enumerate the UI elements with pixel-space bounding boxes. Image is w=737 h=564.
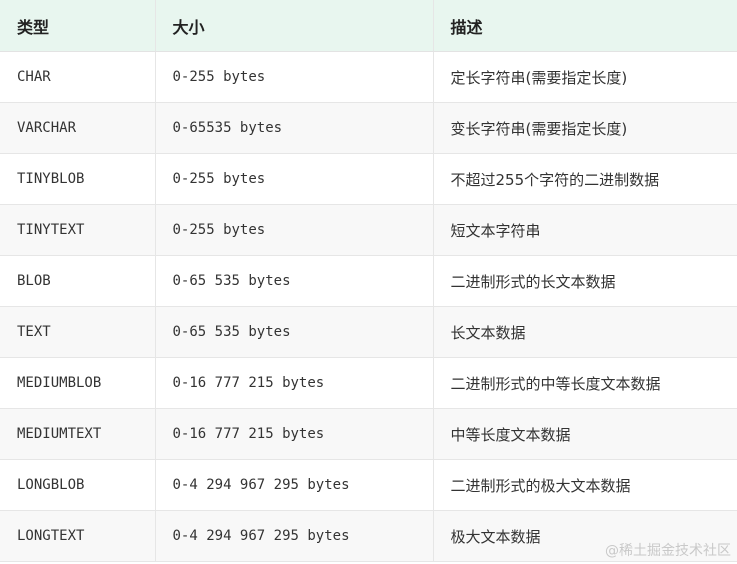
size-cell: 0-16 777 215 bytes <box>155 408 434 460</box>
size-cell: 0-65 535 bytes <box>155 306 434 358</box>
type-cell: MEDIUMBLOB <box>0 357 156 409</box>
header-type: 类型 <box>0 0 156 52</box>
table-row: MEDIUMTEXT 0-16 777 215 bytes 中等长度文本数据 <box>0 408 737 460</box>
type-cell: BLOB <box>0 255 156 307</box>
type-cell: TEXT <box>0 306 156 358</box>
table-row: TEXT 0-65 535 bytes 长文本数据 <box>0 306 737 358</box>
description-cell: 二进制形式的极大文本数据 <box>433 459 737 511</box>
description-cell: 短文本字符串 <box>433 204 737 256</box>
size-cell: 0-255 bytes <box>155 204 434 256</box>
description-cell: 长文本数据 <box>433 306 737 358</box>
size-cell: 0-4 294 967 295 bytes <box>155 510 434 562</box>
description-cell: 定长字符串(需要指定长度) <box>433 51 737 103</box>
header-description: 描述 <box>433 0 737 52</box>
size-cell: 0-65535 bytes <box>155 102 434 154</box>
table-row: TINYBLOB 0-255 bytes 不超过255个字符的二进制数据 <box>0 153 737 205</box>
type-cell: LONGTEXT <box>0 510 156 562</box>
description-cell: 二进制形式的长文本数据 <box>433 255 737 307</box>
type-cell: LONGBLOB <box>0 459 156 511</box>
size-cell: 0-255 bytes <box>155 51 434 103</box>
description-cell: 变长字符串(需要指定长度) <box>433 102 737 154</box>
type-cell: MEDIUMTEXT <box>0 408 156 460</box>
size-cell: 0-255 bytes <box>155 153 434 205</box>
type-cell: TINYTEXT <box>0 204 156 256</box>
description-cell: 二进制形式的中等长度文本数据 <box>433 357 737 409</box>
size-cell: 0-16 777 215 bytes <box>155 357 434 409</box>
table-row: LONGBLOB 0-4 294 967 295 bytes 二进制形式的极大文… <box>0 459 737 511</box>
table-row: MEDIUMBLOB 0-16 777 215 bytes 二进制形式的中等长度… <box>0 357 737 409</box>
header-size: 大小 <box>155 0 434 52</box>
type-cell: TINYBLOB <box>0 153 156 205</box>
table-row: CHAR 0-255 bytes 定长字符串(需要指定长度) <box>0 51 737 103</box>
type-cell: CHAR <box>0 51 156 103</box>
type-cell: VARCHAR <box>0 102 156 154</box>
description-cell: 中等长度文本数据 <box>433 408 737 460</box>
table-header-row: 类型 大小 描述 <box>0 0 737 52</box>
table-row: TINYTEXT 0-255 bytes 短文本字符串 <box>0 204 737 256</box>
watermark: @稀土掘金技术社区 <box>605 543 731 559</box>
table-row: VARCHAR 0-65535 bytes 变长字符串(需要指定长度) <box>0 102 737 154</box>
table-row: BLOB 0-65 535 bytes 二进制形式的长文本数据 <box>0 255 737 307</box>
size-cell: 0-4 294 967 295 bytes <box>155 459 434 511</box>
string-types-table: 类型 大小 描述 CHAR 0-255 bytes 定长字符串(需要指定长度) … <box>0 0 737 562</box>
description-cell: 不超过255个字符的二进制数据 <box>433 153 737 205</box>
size-cell: 0-65 535 bytes <box>155 255 434 307</box>
